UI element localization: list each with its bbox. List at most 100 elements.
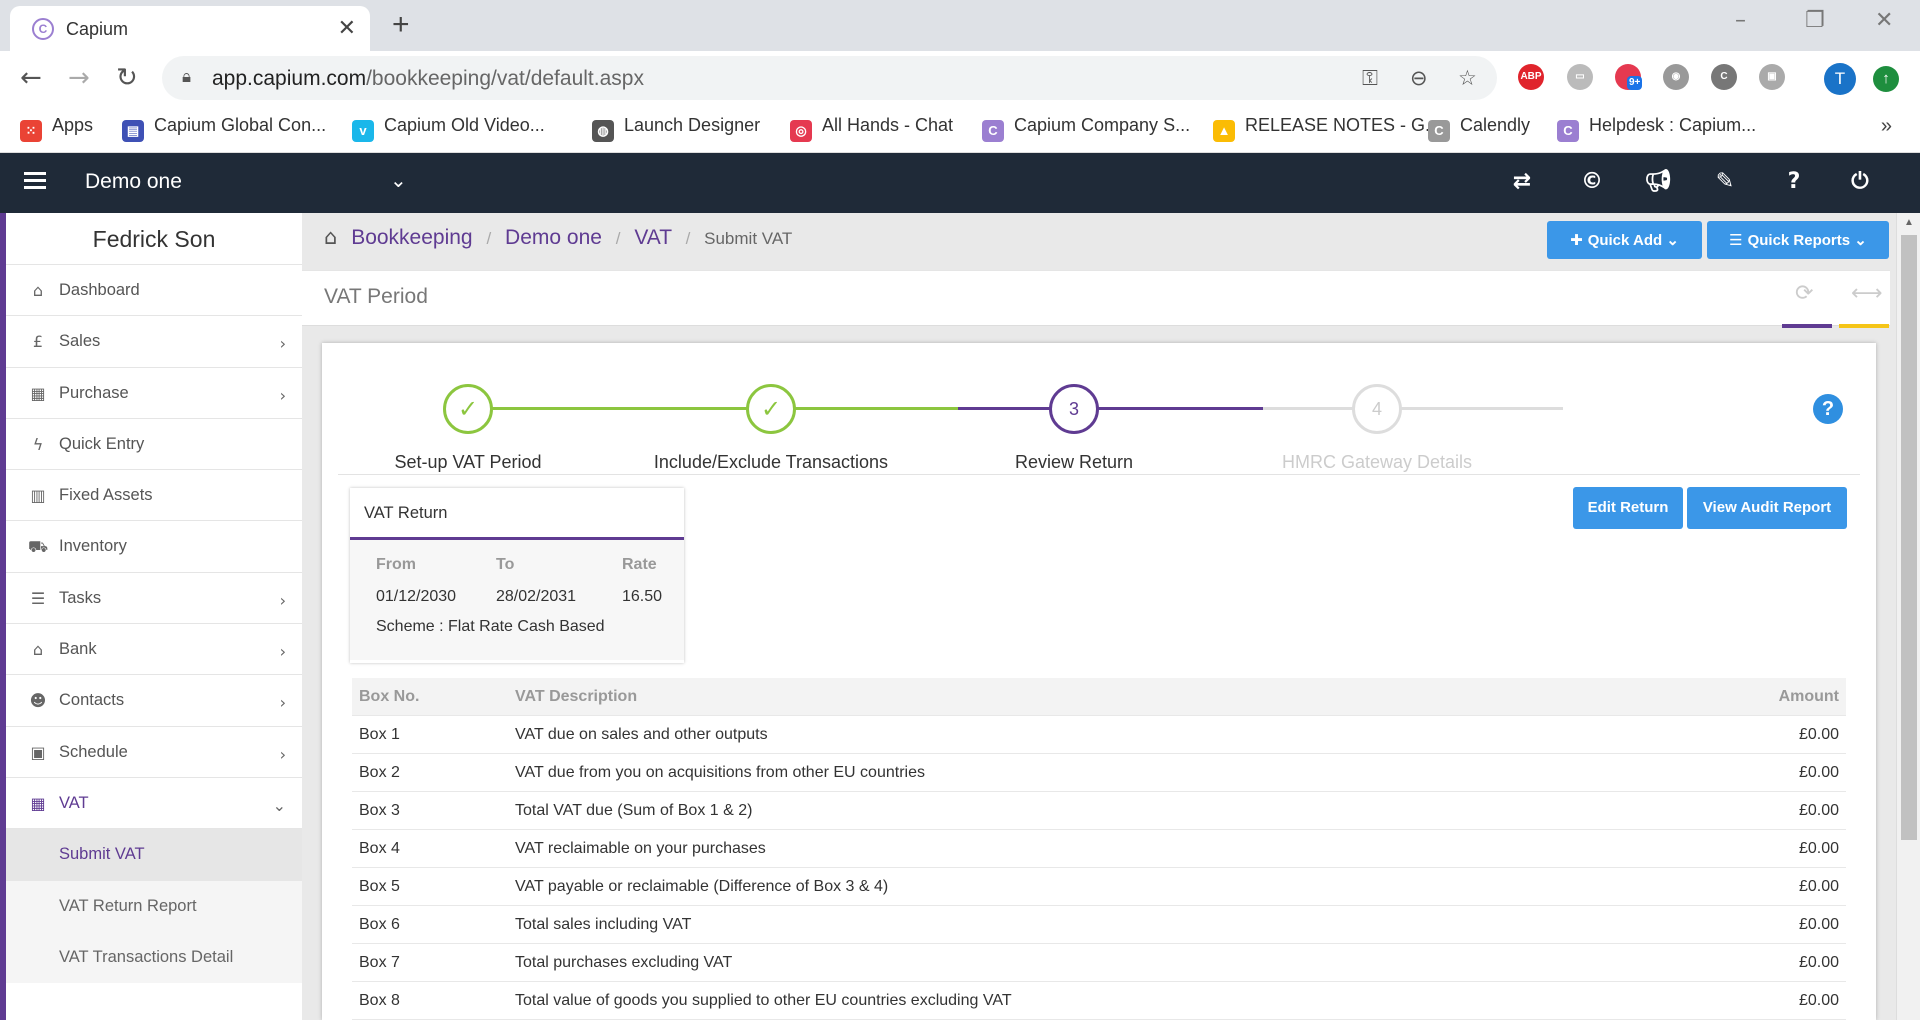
tab-close-icon[interactable]: ✕ bbox=[338, 15, 356, 41]
bookmark-label: Apps bbox=[52, 115, 94, 135]
bookmark-item[interactable]: C Capium Company S... bbox=[982, 115, 1190, 142]
amount-cell: £0.00 bbox=[1798, 764, 1839, 781]
capium-logo-icon[interactable]: © bbox=[1577, 167, 1607, 197]
help-icon[interactable]: ? bbox=[1779, 167, 1809, 197]
bookmark-label: RELEASE NOTES - G... bbox=[1245, 115, 1441, 135]
sidebar-subitem-vat-transactions-detail[interactable]: VAT Transactions Detail bbox=[6, 932, 302, 983]
sidebar-item-sales[interactable]: £ Sales › bbox=[6, 316, 302, 368]
breadcrumb-vat[interactable]: VAT bbox=[634, 226, 671, 249]
window-close-icon[interactable]: ✕ bbox=[1875, 8, 1893, 33]
sidebar: Fedrick Son ⌂ Dashboard £ Sales › ▦ Purchase › ϟ… bbox=[0, 213, 302, 1020]
forward-icon[interactable]: → bbox=[68, 63, 90, 93]
step-1-check-icon[interactable]: ✓ bbox=[443, 384, 493, 434]
sidebar-subitem-submit-vat[interactable]: Submit VAT bbox=[0, 829, 302, 881]
expand-icon[interactable]: ⟷ bbox=[1851, 281, 1883, 306]
step-4-label: HMRC Gateway Details bbox=[1281, 452, 1473, 472]
tab-underline-yellow bbox=[1839, 324, 1889, 328]
column-header-description[interactable]: VAT Description bbox=[515, 678, 637, 716]
step-2-check-icon[interactable]: ✓ bbox=[746, 384, 796, 434]
sidebar-item-dashboard[interactable]: ⌂ Dashboard bbox=[6, 265, 302, 317]
menu-icon[interactable] bbox=[24, 172, 46, 190]
zoom-icon[interactable]: ⊖ bbox=[1410, 66, 1428, 90]
bookmarks-overflow-icon[interactable]: » bbox=[1881, 115, 1892, 138]
amount-cell: £0.00 bbox=[1798, 802, 1839, 819]
client-selector[interactable]: Demo one bbox=[85, 170, 182, 194]
page-scrollbar[interactable]: ▲ bbox=[1896, 213, 1920, 1020]
sidebar-item-vat[interactable]: ▦ VAT ⌄ bbox=[6, 778, 302, 830]
bookmark-label: Launch Designer bbox=[624, 115, 761, 135]
switch-icon[interactable]: ⇄ bbox=[1507, 167, 1537, 197]
step-3-circle[interactable]: 3 bbox=[1049, 384, 1099, 434]
stepper-line-pending bbox=[1263, 407, 1563, 410]
scrollbar-thumb[interactable] bbox=[1901, 235, 1917, 840]
scroll-up-icon[interactable]: ▲ bbox=[1904, 217, 1914, 228]
ticket-icon[interactable]: ✎ bbox=[1710, 167, 1740, 197]
camera-icon[interactable]: ◉ bbox=[1663, 64, 1689, 90]
address-bar[interactable]: 🔒︎ app.capium.com/bookkeeping/vat/defaul… bbox=[162, 56, 1497, 100]
star-icon[interactable]: ☆ bbox=[1458, 66, 1477, 90]
sidebar-item-contacts[interactable]: ☻ Contacts › bbox=[6, 675, 302, 727]
chevron-right-icon: › bbox=[279, 744, 286, 764]
table-row: Box 4 VAT reclaimable on your purchases £0… bbox=[352, 830, 1846, 868]
quick-reports-button[interactable]: ☰ Quick Reports ⌄ bbox=[1707, 221, 1889, 259]
screenshot-extension-icon[interactable]: ▭ bbox=[1567, 64, 1593, 90]
table-row: Box 8 Total value of goods you supplied t… bbox=[352, 982, 1846, 1020]
extensions-icon[interactable]: ▣ bbox=[1759, 64, 1785, 90]
to-label: To bbox=[496, 556, 515, 573]
new-tab-icon[interactable]: + bbox=[392, 8, 410, 42]
capium-extension-icon[interactable]: C bbox=[1711, 64, 1737, 90]
breadcrumb-client[interactable]: Demo one bbox=[505, 226, 602, 249]
wizard-stepper: ✓ ✓ 3 4 Set-up VAT Period Include/Exclud… bbox=[338, 357, 1860, 475]
column-header-amount[interactable]: Amount bbox=[1779, 678, 1839, 716]
edit-return-button[interactable]: Edit Return bbox=[1573, 487, 1683, 529]
reload-icon[interactable]: ↻ bbox=[116, 63, 138, 93]
sidebar-item-tasks[interactable]: ☰ Tasks › bbox=[6, 573, 302, 625]
bookmark-item[interactable]: ◍ Launch Designer bbox=[592, 115, 760, 142]
url-text[interactable]: app.capium.com/bookkeeping/vat/default.a… bbox=[212, 67, 644, 91]
question-circle-icon[interactable]: ? bbox=[1813, 394, 1843, 424]
box-number-cell: Box 5 bbox=[359, 878, 400, 895]
sidebar-subitem-vat-return-report[interactable]: VAT Return Report bbox=[6, 881, 302, 932]
breadcrumb-bookkeeping[interactable]: Bookkeeping bbox=[351, 226, 472, 249]
plus-icon: ✚ bbox=[1570, 231, 1583, 249]
profile-avatar[interactable]: T bbox=[1824, 63, 1856, 95]
sidebar-item-label: Fixed Assets bbox=[59, 486, 153, 505]
chevron-down-icon: ⌄ bbox=[272, 795, 286, 815]
notification-extension-icon[interactable]: 9+ bbox=[1615, 64, 1643, 90]
chevron-down-icon[interactable]: ⌄ bbox=[390, 168, 407, 192]
vat-period-bar: VAT Period ⟳ ⟷ bbox=[302, 270, 1890, 328]
back-icon[interactable]: ← bbox=[20, 63, 42, 93]
bookmark-item[interactable]: ▤ Capium Global Con... bbox=[122, 115, 326, 142]
description-cell: Total sales including VAT bbox=[515, 916, 692, 933]
announcement-icon[interactable]: 📢︎ bbox=[1643, 167, 1673, 197]
sidebar-item-schedule[interactable]: ▣ Schedule › bbox=[6, 727, 302, 778]
refresh-icon[interactable]: ⟳ bbox=[1795, 281, 1813, 306]
view-audit-report-button[interactable]: View Audit Report bbox=[1687, 487, 1847, 529]
key-icon[interactable]: ⚿ bbox=[1362, 66, 1378, 91]
step-4-circle: 4 bbox=[1352, 384, 1402, 434]
home-icon: ⌂ bbox=[32, 281, 44, 300]
tab-underline-purple bbox=[1782, 324, 1832, 328]
bookmark-item[interactable]: C Helpdesk : Capium... bbox=[1557, 115, 1756, 142]
step-2-label: Include/Exclude Transactions bbox=[653, 452, 889, 472]
sidebar-item-bank[interactable]: ⌂ Bank › bbox=[6, 624, 302, 676]
bookmark-item[interactable]: ◎ All Hands - Chat bbox=[790, 115, 953, 142]
sidebar-item-purchase[interactable]: ▦ Purchase › bbox=[6, 368, 302, 419]
minimize-icon[interactable]: – bbox=[1735, 8, 1746, 33]
power-icon[interactable]: ⏻ bbox=[1845, 167, 1875, 197]
bookmark-item[interactable]: ⁙ Apps bbox=[20, 115, 93, 142]
quick-add-button[interactable]: ✚ Quick Add ⌄ bbox=[1547, 221, 1702, 259]
table-row: Box 7 Total purchases excluding VAT £0.00 bbox=[352, 944, 1846, 982]
bookmark-item[interactable]: C Calendly bbox=[1428, 115, 1530, 142]
update-icon[interactable]: ↑ bbox=[1873, 66, 1899, 92]
bookmark-item[interactable]: ▲ RELEASE NOTES - G... bbox=[1213, 115, 1440, 142]
sidebar-item-inventory[interactable]: ⛟ Inventory bbox=[6, 521, 302, 573]
sidebar-item-quick-entry[interactable]: ϟ Quick Entry bbox=[6, 419, 302, 471]
restore-icon[interactable]: ❐ bbox=[1805, 8, 1825, 33]
adblock-icon[interactable]: ABP bbox=[1518, 64, 1544, 90]
browser-tab[interactable]: C Capium ✕ bbox=[10, 6, 370, 51]
bookmark-item[interactable]: v Capium Old Video... bbox=[352, 115, 545, 142]
column-header-box-no[interactable]: Box No. bbox=[359, 678, 419, 716]
sidebar-item-fixed-assets[interactable]: ▥ Fixed Assets bbox=[6, 470, 302, 522]
home-icon[interactable]: ⌂ bbox=[324, 225, 337, 249]
